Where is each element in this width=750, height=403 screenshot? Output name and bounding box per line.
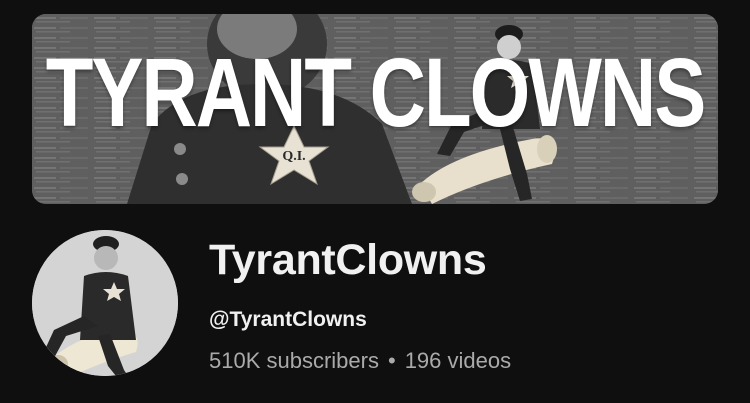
channel-handle: @TyrantClowns (209, 308, 367, 331)
channel-name: TyrantClowns (209, 236, 487, 284)
avatar-image (32, 230, 178, 376)
badge-text-layer: Q.I. (282, 149, 305, 164)
channel-avatar[interactable] (32, 230, 178, 376)
channel-stats: 510K subscribers • 196 videos (209, 348, 511, 374)
subscriber-count: 510K subscribers (209, 348, 379, 373)
channel-banner[interactable]: TYRANT CLOWNS Q.I. (32, 14, 718, 204)
badge-text: Q.I. (282, 149, 305, 164)
stats-separator: • (387, 348, 396, 373)
video-count: 196 videos (404, 348, 512, 373)
